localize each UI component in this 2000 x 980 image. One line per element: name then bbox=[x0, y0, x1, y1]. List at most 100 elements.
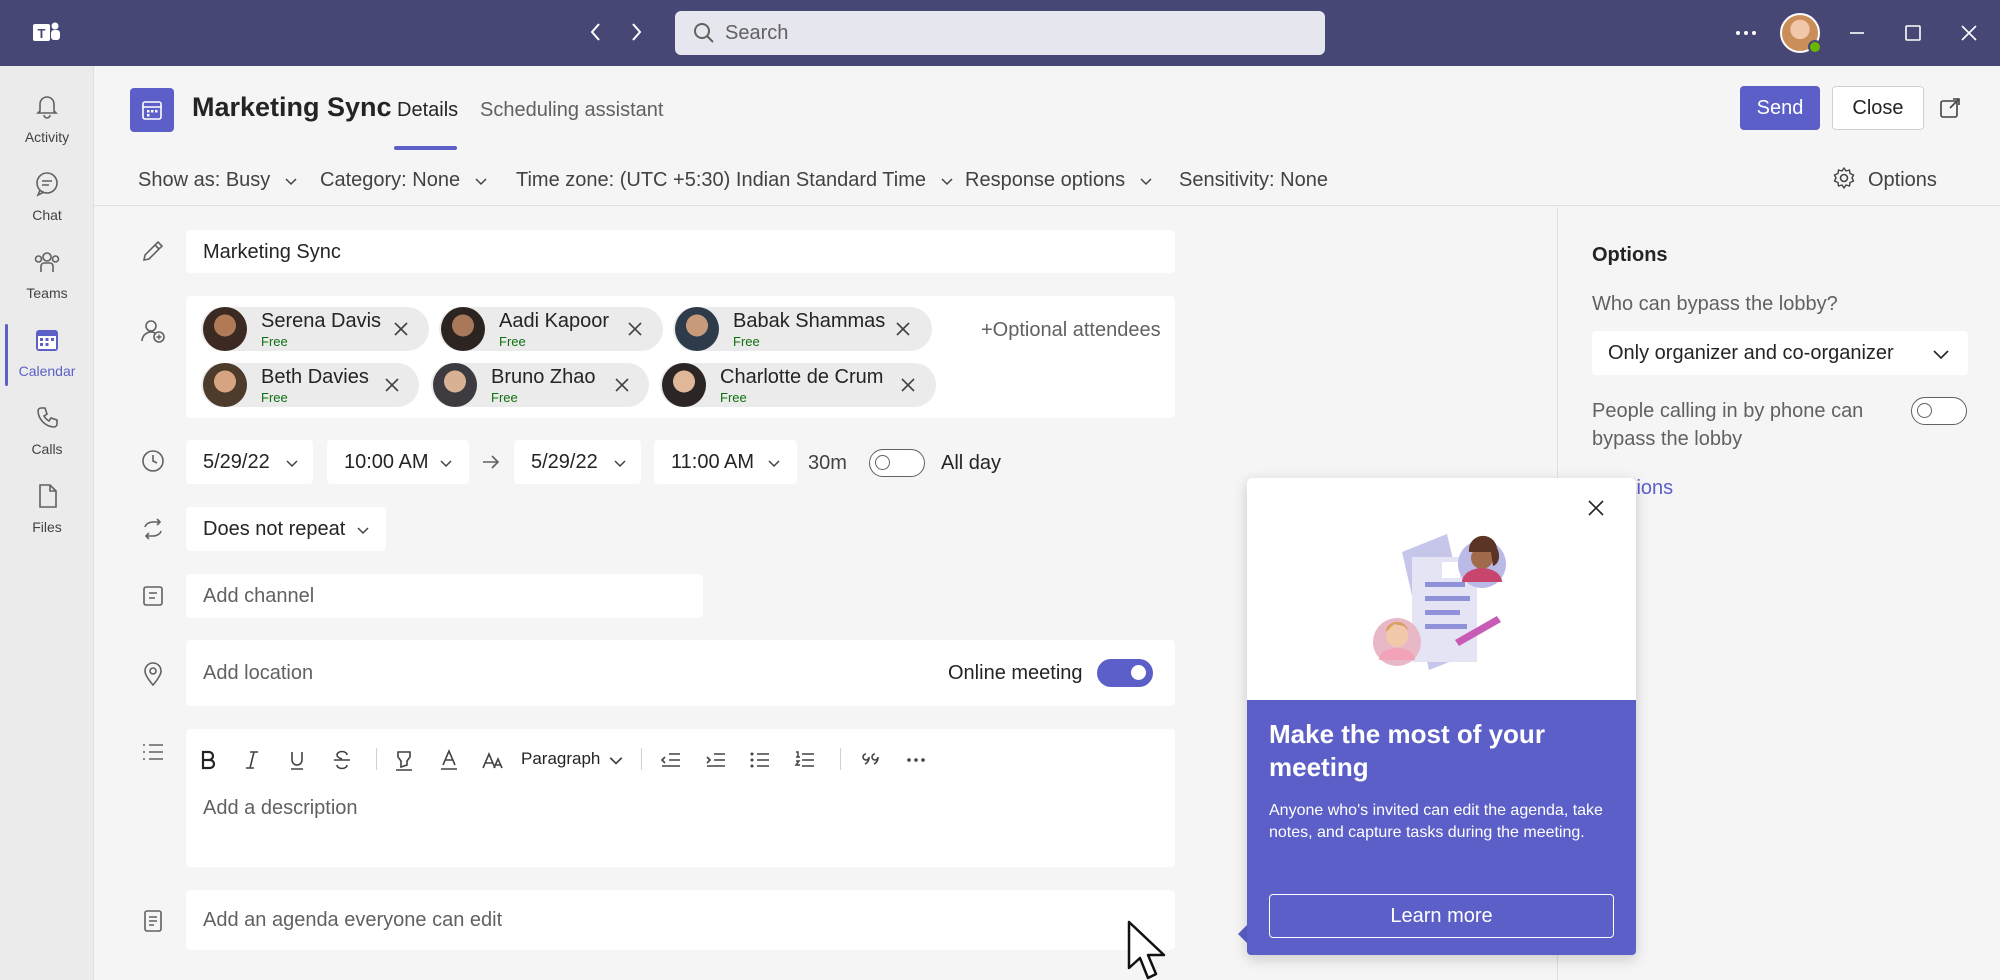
bell-icon bbox=[36, 96, 58, 119]
more-formatting-icon[interactable] bbox=[904, 748, 928, 772]
attendee-chip[interactable]: Bruno Zhao Free bbox=[431, 363, 649, 407]
attendee-chip[interactable]: Aadi Kapoor Free bbox=[439, 307, 663, 351]
italic-icon[interactable] bbox=[240, 748, 264, 772]
toolbar-divider bbox=[376, 748, 377, 770]
start-date-picker[interactable]: 5/29/22 bbox=[186, 440, 313, 484]
remove-attendee-icon[interactable] bbox=[627, 321, 643, 337]
send-button[interactable]: Send bbox=[1740, 86, 1820, 130]
sensitivity-label[interactable]: Sensitivity: None bbox=[1179, 169, 1328, 192]
numbered-list-icon[interactable] bbox=[793, 748, 817, 772]
online-meeting-toggle[interactable] bbox=[1097, 659, 1153, 687]
phone-icon bbox=[37, 407, 58, 428]
search-input[interactable]: Search bbox=[675, 11, 1325, 55]
location-input[interactable]: Add location Online meeting bbox=[186, 640, 1175, 706]
attendee-avatar bbox=[675, 307, 719, 351]
attendee-avatar bbox=[203, 307, 247, 351]
quote-icon[interactable] bbox=[860, 748, 884, 772]
attendee-chip[interactable]: Serena Davis Free bbox=[201, 307, 429, 351]
meeting-calendar-icon bbox=[130, 88, 174, 132]
attendee-name: Beth Davies bbox=[261, 366, 369, 388]
optional-attendees-link[interactable]: +Optional attendees bbox=[981, 319, 1161, 342]
time-zone-dropdown[interactable]: Time zone: (UTC +5:30) Indian Standard T… bbox=[516, 169, 954, 192]
file-icon bbox=[39, 484, 57, 508]
close-button[interactable]: Close bbox=[1832, 86, 1924, 130]
forward-arrow-icon[interactable] bbox=[624, 20, 648, 44]
end-date-picker[interactable]: 5/29/22 bbox=[514, 440, 641, 484]
category-dropdown[interactable]: Category: None bbox=[320, 169, 488, 192]
pop-out-icon[interactable] bbox=[1939, 97, 1961, 119]
search-placeholder: Search bbox=[725, 22, 789, 44]
user-avatar[interactable] bbox=[1780, 13, 1822, 54]
phone-bypass-label: People calling in by phone can bypass th… bbox=[1592, 400, 1864, 450]
rail-label: Calendar bbox=[18, 363, 76, 379]
mouse-pointer-icon bbox=[1127, 920, 1166, 980]
collaboration-illustration-icon bbox=[1373, 534, 1506, 670]
repeat-dropdown[interactable]: Does not repeat bbox=[186, 507, 386, 551]
outdent-icon[interactable] bbox=[659, 748, 683, 772]
tab-details[interactable]: Details bbox=[397, 99, 458, 122]
attendee-name: Babak Shammas bbox=[733, 310, 886, 332]
close-window-icon[interactable] bbox=[1958, 22, 1980, 44]
title-bar: T Search bbox=[0, 0, 2000, 66]
channel-icon bbox=[143, 586, 163, 606]
tab-scheduling-assistant[interactable]: Scheduling assistant bbox=[480, 99, 663, 122]
arrow-right-icon bbox=[483, 455, 500, 469]
start-time-picker[interactable]: 10:00 AM bbox=[327, 440, 469, 484]
learn-more-button[interactable]: Learn more bbox=[1269, 894, 1614, 938]
minimize-icon[interactable] bbox=[1846, 22, 1868, 44]
clock-icon bbox=[142, 450, 164, 472]
font-color-icon[interactable] bbox=[437, 748, 461, 772]
strikethrough-icon[interactable] bbox=[330, 748, 354, 772]
show-as-dropdown[interactable]: Show as: Busy bbox=[138, 169, 298, 192]
lobby-question: Who can bypass the lobby? bbox=[1592, 293, 1838, 315]
underline-icon[interactable] bbox=[285, 748, 309, 772]
remove-attendee-icon[interactable] bbox=[393, 321, 409, 337]
rail-item-files[interactable]: Files bbox=[0, 474, 94, 550]
rail-item-teams[interactable]: Teams bbox=[0, 240, 94, 316]
remove-attendee-icon[interactable] bbox=[895, 321, 911, 337]
back-arrow-icon[interactable] bbox=[584, 20, 608, 44]
channel-input[interactable]: Add channel bbox=[186, 574, 703, 618]
time-zone-label: Time zone: (UTC +5:30) Indian Standard T… bbox=[516, 169, 926, 191]
attendee-chip[interactable]: Babak Shammas Free bbox=[673, 307, 932, 351]
bold-icon[interactable] bbox=[196, 748, 220, 772]
response-options-dropdown[interactable]: Response options bbox=[965, 169, 1153, 192]
rail-item-calls[interactable]: Calls bbox=[0, 396, 94, 472]
maximize-icon[interactable] bbox=[1902, 22, 1924, 44]
highlight-icon[interactable] bbox=[392, 748, 416, 772]
agenda-placeholder: Add an agenda everyone can edit bbox=[203, 909, 503, 931]
bulleted-list-icon[interactable] bbox=[748, 748, 772, 772]
all-day-toggle[interactable] bbox=[869, 449, 925, 477]
rail-item-calendar[interactable]: Calendar bbox=[0, 318, 94, 394]
teams-icon bbox=[34, 252, 60, 272]
rail-item-chat[interactable]: Chat bbox=[0, 162, 94, 238]
gear-icon[interactable] bbox=[1832, 166, 1856, 190]
remove-attendee-icon[interactable] bbox=[384, 377, 400, 393]
agenda-input[interactable]: Add an agenda everyone can edit bbox=[186, 890, 1175, 950]
more-options-icon[interactable] bbox=[1733, 20, 1759, 46]
close-icon[interactable] bbox=[1586, 498, 1606, 518]
chevron-down-icon[interactable] bbox=[608, 752, 624, 768]
online-meeting-label: Online meeting bbox=[948, 662, 1083, 684]
remove-attendee-icon[interactable] bbox=[900, 377, 916, 393]
remove-attendee-icon[interactable] bbox=[614, 377, 630, 393]
options-button[interactable]: Options bbox=[1868, 169, 1937, 192]
font-size-icon[interactable] bbox=[481, 748, 505, 772]
agenda-icon bbox=[144, 910, 162, 932]
title-input[interactable]: Marketing Sync bbox=[186, 230, 1175, 273]
end-time-picker[interactable]: 11:00 AM bbox=[654, 440, 797, 484]
lobby-bypass-dropdown[interactable]: Only organizer and co-organizer bbox=[1592, 331, 1968, 375]
attendee-chip[interactable]: Charlotte de Crum Free bbox=[660, 363, 936, 407]
phone-bypass-toggle[interactable] bbox=[1911, 397, 1967, 425]
chevron-down-icon bbox=[768, 460, 780, 468]
rail-label: Chat bbox=[32, 207, 62, 223]
repeat-icon bbox=[144, 518, 162, 540]
meeting-header: Marketing Sync Details Scheduling assist… bbox=[94, 66, 2000, 150]
indent-icon[interactable] bbox=[704, 748, 728, 772]
chevron-down-icon bbox=[614, 460, 626, 468]
rail-item-activity[interactable]: Activity bbox=[0, 84, 94, 160]
paragraph-dropdown[interactable]: Paragraph bbox=[521, 749, 600, 769]
chevron-down-icon bbox=[1140, 178, 1152, 185]
attendee-chip[interactable]: Beth Davies Free bbox=[201, 363, 419, 407]
popup-illustration-area bbox=[1247, 478, 1636, 700]
